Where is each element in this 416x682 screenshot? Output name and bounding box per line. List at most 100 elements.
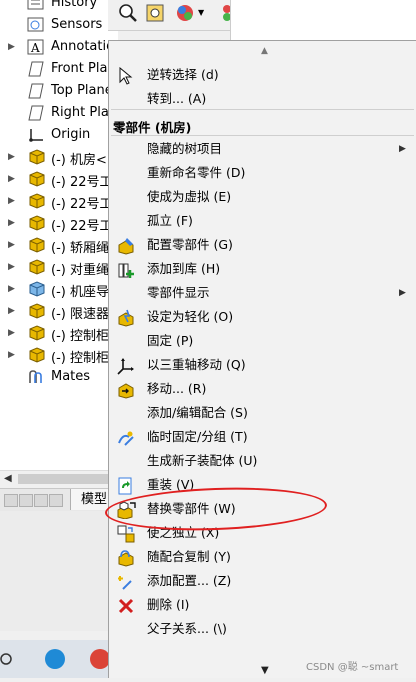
tree-item[interactable]: ▶ (-) 机座导 [0,278,118,300]
menu-scroll-down-icon[interactable]: ▼ [261,665,269,676]
tree-item[interactable]: ▶ (-) 轿厢绳 [0,234,118,256]
menu-item[interactable]: 以三重轴移动 (Q) [109,353,416,377]
menu-item-label: 生成新子装配体 (U) [147,453,258,468]
menu-item[interactable]: 逆转选择 (d) [109,63,416,87]
expand-arrow-icon[interactable]: ▶ [8,43,16,52]
tree-item-label: (-) 22号工 [51,175,113,190]
context-menu: ▲ 零部件 (机房) 逆转选择 (d) 转到... (A) 隐藏的树项目 ▶ 重新命名零… [108,40,416,678]
scroll-left-icon[interactable]: ◀ [4,473,12,484]
menu-item[interactable]: 添加配置... (Z) [109,569,416,593]
menu-item[interactable]: 固定 (P) [109,329,416,353]
part-icon [27,325,45,341]
menu-item[interactable]: 生成新子装配体 (U) [109,449,416,473]
expand-arrow-icon[interactable]: ▶ [8,351,16,360]
tree-item-label: Front Plan [51,61,116,76]
menu-item-label: 添加到库 (H) [147,261,221,276]
tree-item[interactable]: ▶ (-) 控制柜 [0,344,118,366]
tree-item-label: Mates [51,369,91,384]
tab-nav-first-icon[interactable] [4,494,18,507]
assembly-icon [27,281,45,297]
expand-arrow-icon[interactable]: ▶ [8,241,16,250]
feature-tree: History Sensors ▶ A Annotatio Front Plan Top P… [0,0,118,482]
menu-item-label: 父子关系... (\) [147,621,227,636]
watermark: CSDN @聪 ~smart [306,662,399,673]
menu-item[interactable]: 使成为虚拟 (E) [109,185,416,209]
tab-nav-prev-icon[interactable] [19,494,33,507]
expand-arrow-icon[interactable]: ▶ [8,153,16,162]
appearance-icon[interactable] [174,2,196,24]
menu-item[interactable]: 配置零部件 (G) [109,233,416,257]
menu-item[interactable]: 父子关系... (\) [109,617,416,641]
menu-item[interactable]: 移动... (R) [109,377,416,401]
tree-item[interactable]: Sensors [0,14,118,36]
expand-arrow-icon[interactable]: ▶ [8,285,16,294]
menu-item[interactable]: 添加到库 (H) [109,257,416,281]
plane-icon [27,105,45,121]
tree-item-label: (-) 对重绳 [51,263,109,278]
menu-item-label: 随配合复制 (Y) [147,549,231,564]
menu-item[interactable]: 设定为轻化 (O) [109,305,416,329]
move-icon [117,381,135,399]
expand-arrow-icon[interactable]: ▶ [8,307,16,316]
tree-item-label: Top Plane [51,83,113,98]
tree-item[interactable]: ▶ (-) 控制柜 [0,322,118,344]
tree-item[interactable]: Mates [0,366,118,388]
taskbar [0,640,110,678]
menu-item[interactable]: 随配合复制 (Y) [109,545,416,569]
tree-item[interactable]: ▶ (-) 22号工 [0,190,118,212]
plane-icon [27,61,45,77]
tree-item[interactable]: ▶ (-) 对重绳 [0,256,118,278]
menu-item-label: 移动... (R) [147,381,207,396]
tree-item[interactable]: ▶ A Annotatio [0,36,118,58]
expand-arrow-icon[interactable]: ▶ [8,197,16,206]
tree-item-label: Origin [51,127,91,142]
tree-item-label: Sensors [51,17,103,32]
sensors-icon [27,17,45,33]
tree-item-label: (-) 机房<1 [51,153,116,168]
reload-icon [117,477,135,495]
dropdown-icon[interactable]: ▼ [198,2,208,24]
menu-item-label: 删除 (I) [147,597,190,612]
tree-item-label: (-) 22号工 [51,219,113,234]
menu-item[interactable]: 临时固定/分组 (T) [109,425,416,449]
part-icon [27,347,45,363]
annotations-icon: A [27,39,45,55]
expand-arrow-icon[interactable]: ▶ [8,329,16,338]
expand-arrow-icon[interactable]: ▶ [8,219,16,228]
tree-item[interactable]: ▶ (-) 22号工 [0,168,118,190]
tree-item[interactable]: Top Plane [0,80,118,102]
menu-item-label: 重新命名零件 (D) [147,165,246,180]
menu-item[interactable]: 孤立 (F) [109,209,416,233]
tree-item[interactable]: Right Plan [0,102,118,124]
menu-item-label: 零部件显示 [147,285,210,300]
mates-icon [27,369,45,385]
expand-arrow-icon[interactable]: ▶ [8,263,16,272]
lightweight-icon [117,309,135,327]
expand-arrow-icon[interactable]: ▶ [8,175,16,184]
tab-nav-last-icon[interactable] [49,494,63,507]
tree-item[interactable]: Origin [0,124,118,146]
horizontal-scrollbar[interactable]: ◀ [0,470,118,487]
section-view-icon[interactable] [144,2,166,24]
tree-item[interactable]: History [0,0,118,14]
part-icon [27,171,45,187]
history-icon [27,0,45,11]
menu-item[interactable]: 重新命名零件 (D) [109,161,416,185]
tree-item[interactable]: Front Plan [0,58,118,80]
graphics-area[interactable] [230,0,416,40]
tree-item-label: (-) 22号工 [51,197,113,212]
menu-item[interactable]: 删除 (I) [109,593,416,617]
tree-item[interactable]: ▶ (-) 限速器 [0,300,118,322]
tab-nav-next-icon[interactable] [34,494,48,507]
tree-item[interactable]: ▶ (-) 22号工 [0,212,118,234]
scroll-thumb[interactable] [18,474,110,484]
menu-item[interactable]: 转到... (A) [109,87,416,111]
menu-item[interactable]: 零部件显示 ▶ [109,281,416,305]
zoom-icon[interactable] [116,2,138,24]
menu-scroll-up-icon[interactable]: ▲ [261,46,268,56]
tree-item[interactable]: ▶ (-) 机房<1 [0,146,118,168]
menu-item[interactable]: 添加/编辑配合 (S) [109,401,416,425]
menu-item[interactable]: 隐藏的树项目 ▶ [109,137,416,161]
tree-item-label: (-) 限速器 [51,307,109,322]
add-config-icon [117,573,135,590]
